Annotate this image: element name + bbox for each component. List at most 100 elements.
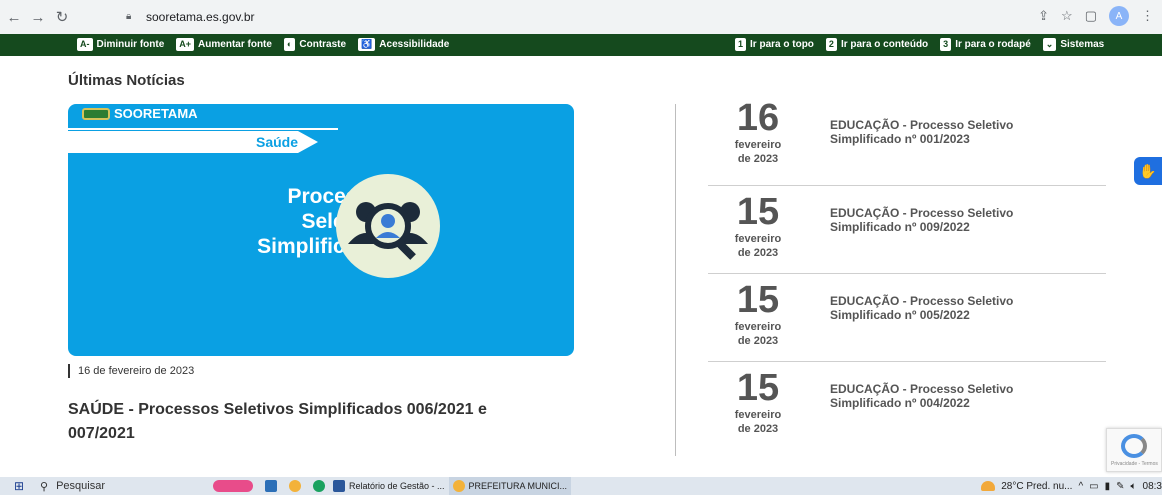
shortcut-3-badge: 3 [940,38,952,51]
forward-icon[interactable]: → [28,7,48,27]
bookmark-star-icon[interactable]: ☆ [1061,8,1073,24]
browser-actions: ⇪ ☆ ▢ A ⋮ [1038,6,1154,26]
battery-icon[interactable]: ▮ [1105,481,1111,492]
accessibility-bar: A- Diminuir fonte A+ Aumentar fonte ◐ Co… [0,34,1162,56]
news-day: 15 [736,279,780,321]
weather-widget-icon[interactable] [212,480,253,492]
chevron-up-icon[interactable]: ^ [1078,481,1083,492]
reload-icon[interactable]: ↻ [52,7,72,27]
news-year: de 2023 [737,335,779,347]
taskbar-search[interactable]: ⚲ Pesquisar [40,480,105,493]
news-date: 15 fevereiro de 2023 [726,280,790,348]
url-text: sooretama.es.gov.br [146,10,255,24]
recaptcha-icon [1121,434,1147,458]
sign-language-widget-icon[interactable]: ✋ [1134,157,1162,185]
news-date: 15 fevereiro de 2023 [726,368,790,436]
wheelchair-icon: ♿ [358,38,376,51]
news-month: fevereiro [734,321,782,333]
news-list-item[interactable]: 15 fevereiro de 2023 EDUCAÇÃO - Processo… [708,186,1106,274]
word-icon [332,480,345,492]
chrome-icon [452,480,465,492]
taskbar-app-label: PREFEITURA MUNICI... [468,481,568,491]
section-title: Últimas Notícias [68,72,185,89]
systems-label: Sistemas [1060,39,1105,50]
browser-toolbar: ← → ↻ 🔒︎ sooretama.es.gov.br ⇪ ☆ ▢ A ⋮ [0,0,1162,34]
search-placeholder: Pesquisar [56,480,105,492]
column-divider [675,104,676,456]
contrast-button[interactable]: ◐ Contraste [283,38,347,51]
side-panel-icon[interactable]: ▢ [1085,8,1097,24]
lock-icon: 🔒︎ [126,11,132,22]
decrease-font-label: Diminuir fonte [96,39,165,50]
featured-news-title[interactable]: SAÚDE - Processos Seletivos Simplificado… [68,398,538,446]
skip-to-footer-label: Ir para o rodapé [955,39,1031,50]
recaptcha-footer: Privacidade - Termos [1111,461,1158,467]
search-icon: ⚲ [40,480,49,493]
news-list-item[interactable]: 16 fevereiro de 2023 EDUCAÇÃO - Processo… [708,98,1106,186]
pinned-apps [212,480,329,492]
news-month: fevereiro [734,233,782,245]
windows-start-icon[interactable]: ⊞ [8,477,30,495]
increase-font-label: Aumentar fonte [198,39,272,50]
skip-to-top-label: Ir para o topo [750,39,814,50]
shortcut-2-badge: 2 [825,38,837,51]
city-emblem-icon [82,107,110,120]
edge-icon[interactable] [312,480,325,492]
news-title[interactable]: EDUCAÇÃO - Processo Seletivo Simplificad… [830,206,1080,234]
increase-font-button[interactable]: A+ Aumentar fonte [176,38,272,51]
news-date: 15 fevereiro de 2023 [726,192,790,260]
skip-to-content-label: Ir para o conteúdo [840,39,929,50]
news-date: 16 fevereiro de 2023 [726,98,790,166]
pen-icon[interactable]: ✎ [1116,481,1124,492]
recaptcha-badge[interactable]: Privacidade - Termos [1106,428,1162,472]
accessibility-right-group: 1 Ir para o topo 2 Ir para o conteúdo 3 … [735,38,1116,51]
contrast-label: Contraste [299,39,347,50]
news-year: de 2023 [737,423,779,435]
network-icon[interactable]: ▭ [1089,481,1098,492]
taskbar-app-chrome[interactable]: PREFEITURA MUNICI... [448,477,572,495]
system-tray: 28°C Pred. nu... ^ ▭ ▮ ✎ 🔈︎ 08:3 [981,477,1162,495]
news-title[interactable]: EDUCAÇÃO - Processo Seletivo Simplificad… [830,382,1080,410]
city-brand: SOORETAMA [82,106,198,121]
app-icon[interactable] [264,480,277,492]
news-day: 15 [736,367,780,409]
decrease-font-button[interactable]: A- Diminuir fonte [77,38,164,51]
brand-underline [68,128,338,130]
news-list-item[interactable]: 15 fevereiro de 2023 EDUCAÇÃO - Processo… [708,362,1106,450]
shortcut-1-badge: 1 [735,38,747,51]
accessibility-label: Acessibilidade [379,39,450,50]
address-bar[interactable]: 🔒︎ sooretama.es.gov.br [112,5,1117,29]
skip-to-content-link[interactable]: 2 Ir para o conteúdo [825,38,929,51]
accessibility-button[interactable]: ♿ Acessibilidade [358,38,449,51]
taskbar-app-label: Relatório de Gestão - ... [348,481,445,491]
share-icon[interactable]: ⇪ [1038,8,1049,24]
news-day: 16 [736,97,780,139]
profile-avatar[interactable]: A [1109,6,1129,26]
weather-icon [981,481,996,491]
news-month: fevereiro [734,409,782,421]
os-taskbar: ⊞ ⚲ Pesquisar Relatório de Gestão - ... … [0,477,1162,495]
clock-time[interactable]: 08:3 [1143,481,1162,492]
news-list-item[interactable]: 15 fevereiro de 2023 EDUCAÇÃO - Processo… [708,274,1106,362]
menu-kebab-icon[interactable]: ⋮ [1141,8,1154,24]
weather-text[interactable]: 28°C Pred. nu... [1001,481,1072,492]
featured-news-image[interactable]: SOORETAMA Saúde Processo Seletivo Simpli… [68,104,574,356]
chevron-down-icon: ⌄ [1042,38,1057,51]
back-icon[interactable]: ← [4,7,24,27]
people-search-icon [336,174,440,278]
news-title[interactable]: EDUCAÇÃO - Processo Seletivo Simplificad… [830,294,1080,322]
accessibility-left-group: A- Diminuir fonte A+ Aumentar fonte ◐ Co… [77,38,461,51]
news-day: 15 [736,191,780,233]
featured-date: 16 de fevereiro de 2023 [68,364,194,378]
taskbar-app-word[interactable]: Relatório de Gestão - ... [329,477,449,495]
skip-to-footer-link[interactable]: 3 Ir para o rodapé [940,38,1031,51]
systems-dropdown[interactable]: ⌄ Sistemas [1042,38,1105,51]
volume-icon[interactable]: 🔈︎ [1131,481,1137,492]
skip-to-top-link[interactable]: 1 Ir para o topo [735,38,814,51]
contrast-icon: ◐ [283,38,296,51]
news-year: de 2023 [737,153,779,165]
news-title[interactable]: EDUCAÇÃO - Processo Seletivo Simplificad… [830,118,1080,146]
chrome-icon[interactable] [288,480,301,492]
category-tag: Saúde [256,134,299,150]
news-year: de 2023 [737,247,779,259]
